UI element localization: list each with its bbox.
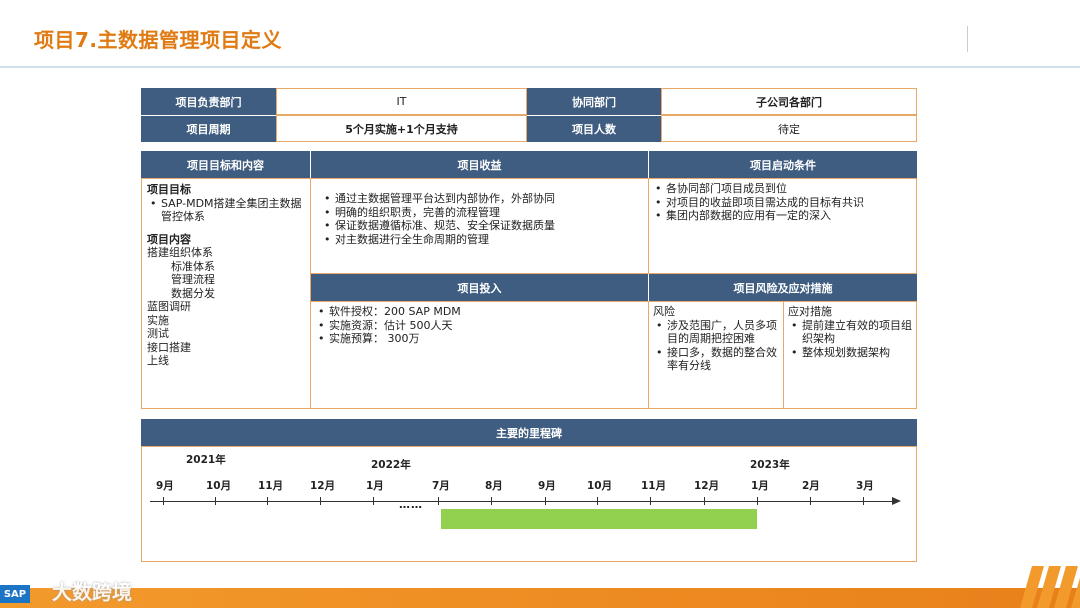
month-label: 10月 <box>587 480 613 492</box>
content-line: 搭建组织体系 <box>147 246 213 259</box>
month-label: 12月 <box>694 480 720 492</box>
dept-label: 项目负责部门 <box>141 88 276 115</box>
benefits-box: 通过主数据管理平台达到内部协作，外部协同 明确的组织职责，完善的流程管理 保证数… <box>310 178 649 274</box>
timeline-tick <box>597 497 598 505</box>
content-line: 上线 <box>147 354 169 367</box>
people-label: 项目人数 <box>527 115 661 142</box>
timeline-axis <box>150 501 895 502</box>
milestone-header: 主要的里程碑 <box>141 419 917 446</box>
timeline-tick <box>491 497 492 505</box>
period-label: 项目周期 <box>141 115 276 142</box>
timeline-tick <box>810 497 811 505</box>
timeline-tick <box>267 497 268 505</box>
goals-box: 项目目标 SAP-MDM搭建全集团主数据管控体系 项目内容 搭建组织体系 标准体… <box>141 178 311 409</box>
investment-item: 实施预算： 300万 <box>315 332 644 346</box>
period-value: 5个月实施+1个月支持 <box>276 115 527 142</box>
content-title: 项目内容 <box>147 232 191 246</box>
startup-item: 集团内部数据的应用有一定的深入 <box>652 209 913 223</box>
timeline-tick <box>215 497 216 505</box>
investment-item: 实施资源：估计 500人天 <box>315 319 644 333</box>
coop-value: 子公司各部门 <box>661 88 917 115</box>
risk-title: 风险 <box>653 305 675 318</box>
startup-item: 对项目的收益即项目需达成的目标有共识 <box>652 196 913 210</box>
content-line: 实施 <box>147 313 169 327</box>
benefit-item: 对主数据进行全生命周期的管理 <box>321 233 638 247</box>
measure-item: 整体规划数据架构 <box>788 346 912 360</box>
timeline-tick <box>438 497 439 505</box>
month-label: 8月 <box>485 480 503 492</box>
month-label: 2月 <box>802 480 820 492</box>
risk-header: 项目风险及应对措施 <box>649 274 917 301</box>
risk-item: 接口多，数据的整合效率有分线 <box>653 346 779 373</box>
footer-band <box>0 588 1080 608</box>
startup-item: 各协同部门项目成员到位 <box>652 182 913 196</box>
year-label: 2021年 <box>186 454 226 466</box>
people-value: 待定 <box>661 115 917 142</box>
measure-title: 应对措施 <box>788 305 832 318</box>
sap-logo: SAP <box>0 585 30 603</box>
month-label: 12月 <box>310 480 336 492</box>
investment-item: 软件授权：200 SAP MDM <box>315 305 644 319</box>
timeline-arrow-icon <box>892 497 901 505</box>
page-title: 项目7.主数据管理项目定义 <box>34 28 283 52</box>
dept-value: IT <box>276 88 527 115</box>
year-label: 2023年 <box>750 459 790 471</box>
timeline-ellipsis: …… <box>399 498 423 511</box>
timeline-tick <box>863 497 864 505</box>
milestone-box <box>141 446 917 562</box>
content-line: 蓝图调研 <box>147 300 191 313</box>
benefits-header: 项目收益 <box>311 151 648 178</box>
year-label: 2022年 <box>371 459 411 471</box>
month-label: 10月 <box>206 480 232 492</box>
month-label: 11月 <box>258 480 284 492</box>
title-rule <box>0 66 1080 68</box>
benefit-item: 保证数据遵循标准、规范、安全保证数据质量 <box>321 219 638 233</box>
timeline-tick <box>545 497 546 505</box>
goal-title: 项目目标 <box>147 183 191 196</box>
content-line: 数据分发 <box>171 286 215 300</box>
month-label: 11月 <box>641 480 667 492</box>
coop-label: 协同部门 <box>527 88 661 115</box>
risk-box: 风险 涉及范围广，人员多项目的周期把控困难 接口多，数据的整合效率有分线 <box>648 301 784 409</box>
goal-item: SAP-MDM搭建全集团主数据管控体系 <box>147 197 305 224</box>
startup-header: 项目启动条件 <box>649 151 917 178</box>
timeline-tick <box>163 497 164 505</box>
month-label: 1月 <box>366 480 384 492</box>
timeline-tick <box>650 497 651 505</box>
timeline-tick <box>704 497 705 505</box>
month-label: 7月 <box>432 480 450 492</box>
content-line: 接口搭建 <box>147 340 191 354</box>
benefit-item: 明确的组织职责，完善的流程管理 <box>321 206 638 220</box>
stripes-decoration <box>1020 566 1080 608</box>
month-label: 1月 <box>751 480 769 492</box>
timeline-tick <box>373 497 374 505</box>
watermark: 大数跨境 <box>52 580 132 604</box>
month-label: 3月 <box>856 480 874 492</box>
startup-box: 各协同部门项目成员到位 对项目的收益即项目需达成的目标有共识 集团内部数据的应用… <box>648 178 917 274</box>
timeline-tick <box>757 497 758 505</box>
investment-header: 项目投入 <box>311 274 648 301</box>
investment-box: 软件授权：200 SAP MDM 实施资源：估计 500人天 实施预算： 300… <box>310 301 649 409</box>
timeline-tick <box>320 497 321 505</box>
content-line: 标准体系 <box>171 259 215 273</box>
risk-item: 涉及范围广，人员多项目的周期把控困难 <box>653 319 779 346</box>
content-line: 管理流程 <box>171 273 215 286</box>
measure-box: 应对措施 提前建立有效的项目组织架构 整体规划数据架构 <box>783 301 917 409</box>
project-duration-bar <box>441 509 757 529</box>
title-divider <box>967 26 968 52</box>
month-label: 9月 <box>538 480 556 492</box>
content-line: 测试 <box>147 327 169 340</box>
measure-item: 提前建立有效的项目组织架构 <box>788 319 912 346</box>
benefit-item: 通过主数据管理平台达到内部协作，外部协同 <box>321 192 638 206</box>
goals-header: 项目目标和内容 <box>141 151 310 178</box>
month-label: 9月 <box>156 480 174 492</box>
